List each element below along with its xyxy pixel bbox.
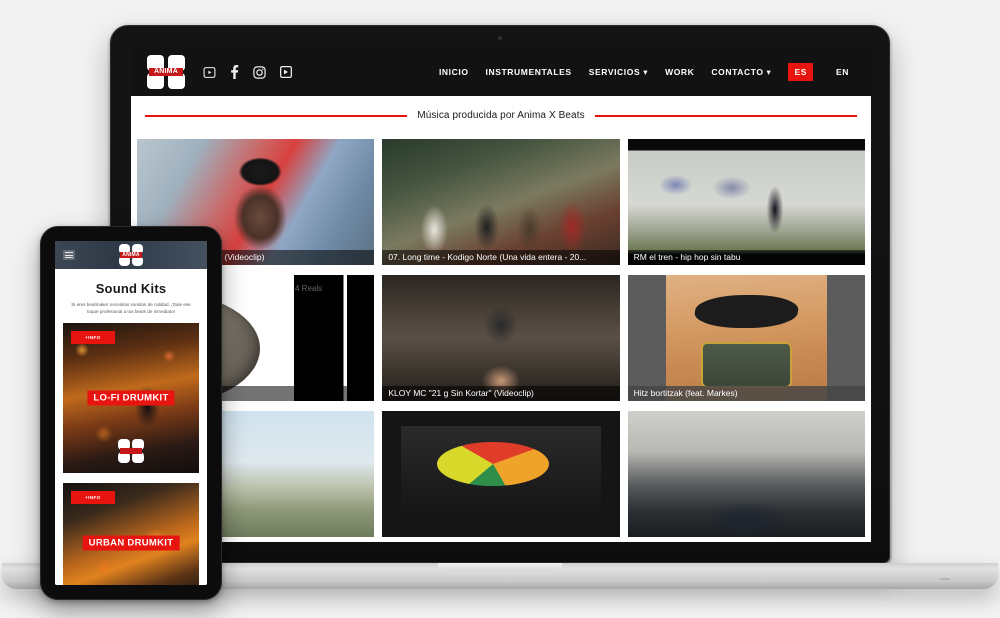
- video-caption: RM el tren - hip hop sin tabu: [627, 250, 865, 265]
- anima-x-beats-logo[interactable]: ANIMA: [119, 244, 143, 266]
- nav-item-servicios-label: SERVICIOS: [588, 66, 641, 77]
- divider-right: [594, 114, 857, 117]
- chevron-down-icon: ▾: [640, 66, 649, 77]
- phone-body: ANIMA Sound Kits Si eres beatmaker neces…: [40, 226, 222, 600]
- info-badge[interactable]: +INFO: [71, 491, 115, 504]
- laptop-base-notch: [438, 563, 562, 571]
- youtube-icon[interactable]: [203, 66, 216, 78]
- nav-item-inicio[interactable]: INICIO: [439, 67, 469, 77]
- page-title: Música producida por Anima X Beats: [417, 110, 585, 121]
- nav-item-contacto-label: CONTACTO: [711, 66, 764, 77]
- video-thumbnail: [382, 139, 620, 265]
- chevron-down-icon: ▾: [763, 66, 772, 77]
- bandcamp-icon[interactable]: [280, 66, 292, 78]
- kit-name: LO-FI DRUMKIT: [87, 390, 175, 406]
- facebook-icon[interactable]: [230, 65, 239, 79]
- video-thumbnail: [382, 275, 620, 401]
- main-nav: INICIO INSTRUMENTALES SERVICIOS ▾ WORK C…: [439, 63, 855, 81]
- video-thumbnail: [627, 411, 865, 537]
- video-caption: KLOY MC "21 g Sin Kortar" (Videoclip): [382, 386, 620, 401]
- sound-kit-card[interactable]: +INFO LO-FI DRUMKIT: [63, 323, 199, 473]
- video-thumbnail: [382, 411, 620, 537]
- laptop-screen: ANIMA INICIO INSTRUMENTALES SERVICIOS ▾ …: [131, 48, 871, 542]
- phone-content: Sound Kits Si eres beatmaker necesitas s…: [55, 269, 207, 585]
- phone-site-header: ANIMA: [55, 241, 207, 269]
- anima-x-beats-logo: [118, 439, 144, 463]
- album-art: [665, 275, 828, 401]
- kit-name-prefix: URBAN: [88, 537, 128, 549]
- phone-screen: ANIMA Sound Kits Si eres beatmaker neces…: [55, 241, 207, 585]
- lang-switch-en[interactable]: EN: [830, 63, 855, 81]
- kit-name-suffix: DRUMKIT: [127, 537, 174, 549]
- video-overlay-text: 4 Reals: [295, 283, 323, 293]
- laptop-foot: [940, 578, 950, 580]
- social-links: [203, 65, 292, 79]
- info-badge[interactable]: +INFO: [71, 331, 115, 344]
- video-grid: Hablamos de Fútbol" (Videoclip) 07. Long…: [131, 131, 871, 537]
- nav-item-work[interactable]: WORK: [665, 67, 694, 77]
- nav-item-instrumentales[interactable]: INSTRUMENTALES: [486, 67, 572, 77]
- letterbox-bars: [293, 275, 375, 401]
- logo-text: ANIMA: [122, 251, 140, 258]
- sound-kit-card[interactable]: +INFO URBAN DRUMKIT: [63, 483, 199, 585]
- section-title-row: Música producida por Anima X Beats: [131, 96, 871, 131]
- turntable-deck: [401, 426, 601, 515]
- video-card[interactable]: Hitz bortitzak (feat. Markes): [627, 275, 865, 401]
- video-caption: Hitz bortitzak (feat. Markes): [627, 386, 865, 401]
- sound-kits-subtitle: Si eres beatmaker necesitas sonidos de c…: [71, 302, 191, 314]
- fox-logo-icon: [692, 295, 801, 328]
- lang-switch-es[interactable]: ES: [788, 63, 813, 81]
- laptop-camera: [498, 36, 502, 40]
- kit-name-suffix: DRUMKIT: [122, 392, 169, 404]
- vinyl-disc: [437, 441, 549, 487]
- instagram-icon[interactable]: [253, 65, 266, 79]
- video-caption: 07. Long time - Kodigo Norte (Una vida e…: [382, 250, 620, 265]
- phone-mockup: ANIMA Sound Kits Si eres beatmaker neces…: [40, 226, 222, 600]
- video-card[interactable]: 07. Long time - Kodigo Norte (Una vida e…: [382, 139, 620, 265]
- hamburger-menu-icon[interactable]: [63, 250, 75, 260]
- video-card[interactable]: KLOY MC "21 g Sin Kortar" (Videoclip): [382, 275, 620, 401]
- logo-text: ANIMA: [154, 68, 178, 76]
- video-card[interactable]: RM el tren - hip hop sin tabu: [627, 139, 865, 265]
- kit-name: URBAN DRUMKIT: [82, 535, 180, 551]
- nav-item-servicios[interactable]: SERVICIOS ▾: [589, 67, 648, 78]
- video-thumbnail: [627, 275, 865, 401]
- kit-name-prefix: LO-FI: [93, 392, 123, 404]
- laptop-mockup: ANIMA INICIO INSTRUMENTALES SERVICIOS ▾ …: [2, 23, 998, 589]
- anima-x-beats-logo[interactable]: ANIMA: [147, 55, 185, 89]
- laptop-lid: ANIMA INICIO INSTRUMENTALES SERVICIOS ▾ …: [108, 23, 892, 565]
- divider-left: [145, 114, 408, 117]
- site-header: ANIMA INICIO INSTRUMENTALES SERVICIOS ▾ …: [131, 48, 871, 96]
- logo-band: [119, 448, 143, 454]
- video-card[interactable]: [382, 411, 620, 537]
- video-thumbnail: [627, 139, 865, 265]
- couch-graphic: [701, 341, 792, 389]
- nav-item-contacto[interactable]: CONTACTO ▾: [711, 67, 771, 78]
- sound-kits-title: Sound Kits: [95, 281, 167, 296]
- video-card[interactable]: [627, 411, 865, 537]
